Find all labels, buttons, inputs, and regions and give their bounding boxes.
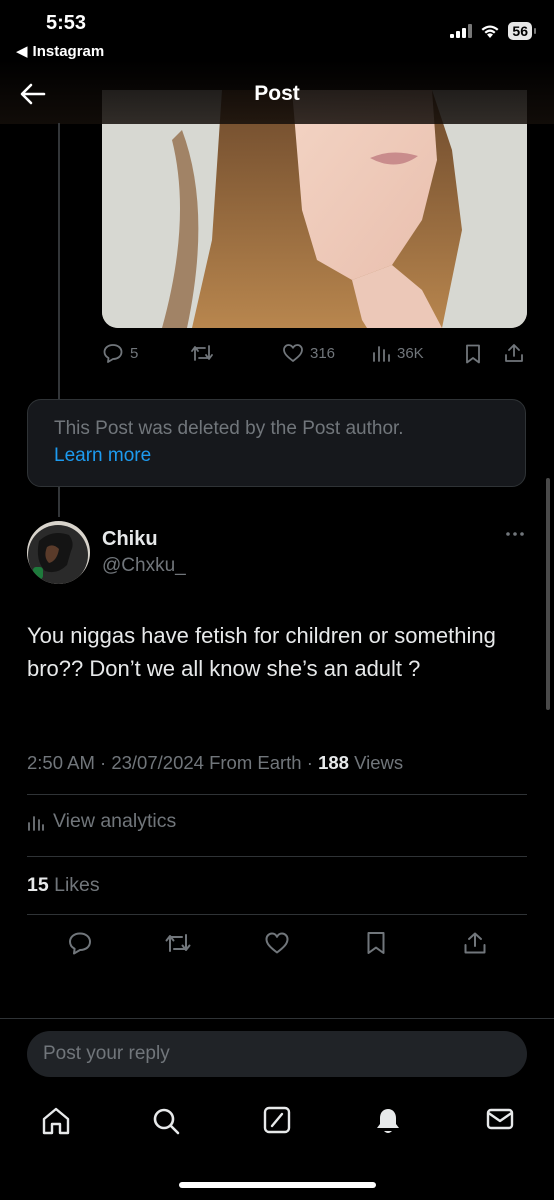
post-date: 23/07/2024 <box>111 752 204 773</box>
divider <box>27 914 527 915</box>
battery-indicator: 56 <box>508 22 536 40</box>
author-handle[interactable]: @Chxku_ <box>102 555 186 577</box>
reply-metric[interactable]: 5 <box>102 342 138 364</box>
bookmark-icon[interactable] <box>463 343 483 365</box>
grok-icon[interactable] <box>263 1106 291 1134</box>
share-icon[interactable] <box>503 342 525 364</box>
post-source: From Earth <box>209 752 302 773</box>
post-time: 2:50 AM <box>27 752 95 773</box>
likes-count: 15 <box>27 874 49 896</box>
wifi-icon <box>481 25 499 38</box>
page-title: Post <box>254 82 300 105</box>
cellular-signal-icon <box>450 24 473 38</box>
views-metric[interactable]: 36K <box>371 342 424 364</box>
speech-bubble-icon[interactable] <box>67 930 93 956</box>
view-analytics-button[interactable]: View analytics <box>27 810 176 833</box>
view-analytics-label: View analytics <box>53 810 177 832</box>
views-count: 36K <box>397 344 424 362</box>
thread-line-lower <box>58 487 60 517</box>
home-indicator <box>179 1182 376 1188</box>
bar-chart-icon <box>28 815 44 831</box>
like-count: 316 <box>310 344 336 362</box>
back-app-label: Instagram <box>32 42 105 60</box>
divider <box>27 794 527 795</box>
post-image[interactable] <box>102 90 527 328</box>
repost-metric[interactable] <box>189 342 215 364</box>
likes-label: Likes <box>54 874 100 896</box>
home-icon[interactable] <box>40 1106 72 1136</box>
like-metric[interactable]: 316 <box>282 342 335 364</box>
author-name[interactable]: Chiku <box>102 528 158 551</box>
reply-input[interactable]: Post your reply <box>27 1031 527 1077</box>
divider <box>0 1018 554 1019</box>
post-meta: 2:50 AM · 23/07/2024 From Earth · 188 Vi… <box>27 752 404 773</box>
deleted-post-notice: This Post was deleted by the Post author… <box>27 399 526 487</box>
deleted-notice-text: This Post was deleted by the Post author… <box>54 418 404 439</box>
status-time: 5:53 <box>46 12 87 34</box>
divider <box>27 856 527 857</box>
likes-summary[interactable]: 15 Likes <box>27 874 100 897</box>
views-count-main: 188 <box>318 752 349 773</box>
back-to-app[interactable]: ◀ Instagram <box>16 42 105 61</box>
speech-bubble-icon <box>103 344 123 363</box>
mail-icon[interactable] <box>485 1106 515 1132</box>
bar-chart-icon <box>373 346 390 362</box>
learn-more-link[interactable]: Learn more <box>54 442 499 470</box>
avatar[interactable] <box>27 521 90 584</box>
repost-icon[interactable] <box>163 930 193 956</box>
scrollbar[interactable] <box>546 478 550 710</box>
bookmark-icon[interactable] <box>364 930 388 956</box>
heart-icon <box>283 344 303 362</box>
views-label: Views <box>354 752 404 773</box>
share-icon[interactable] <box>462 930 488 956</box>
back-triangle-icon: ◀ <box>16 43 28 60</box>
more-dots-icon[interactable] <box>505 531 525 537</box>
repost-icon <box>191 345 213 361</box>
bell-icon[interactable] <box>374 1106 402 1136</box>
search-icon[interactable] <box>151 1106 181 1136</box>
heart-icon[interactable] <box>264 930 290 956</box>
status-icons: 56 <box>450 22 536 40</box>
thread-line <box>58 123 60 400</box>
reply-count: 5 <box>130 344 139 362</box>
post-text: You niggas have fetish for children or s… <box>27 623 496 681</box>
